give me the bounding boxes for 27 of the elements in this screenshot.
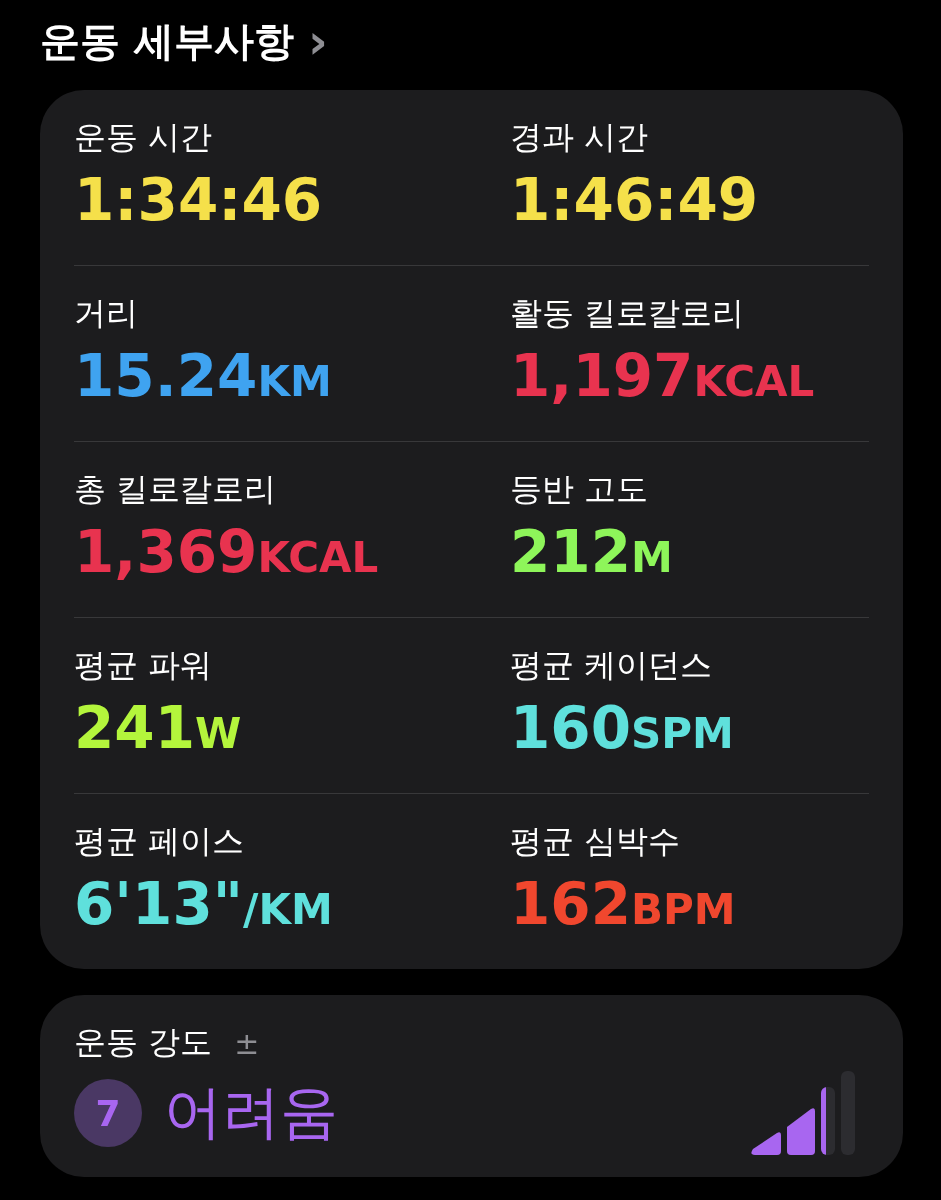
section-title[interactable]: 운동 세부사항 <box>40 13 294 69</box>
effort-score: 7 <box>74 1079 142 1147</box>
metric-value: 6'13"/KM <box>74 870 334 938</box>
metric-label: 평균 케이던스 <box>510 645 714 686</box>
metric-value: 1,197KCAL <box>510 342 816 410</box>
effort-rating: 어려움 <box>164 1077 339 1148</box>
metric-label: 등반 고도 <box>510 469 650 510</box>
metric-value: 15.24KM <box>74 342 333 410</box>
metric-value: 1,369KCAL <box>74 518 380 586</box>
metric-label: 운동 시간 <box>74 117 214 158</box>
metric-value: 160SPM <box>510 694 735 762</box>
metric-label: 경과 시간 <box>510 117 650 158</box>
metric-value: 241W <box>74 694 243 762</box>
metric-value: 1:34:46 <box>74 166 324 234</box>
metric-label: 활동 킬로칼로리 <box>510 293 746 334</box>
chevron-icon[interactable]: › <box>307 17 328 65</box>
adjust-icon[interactable]: ± <box>234 1025 260 1061</box>
metric-label: 평균 심박수 <box>510 821 682 862</box>
metric-label: 평균 파워 <box>74 645 214 686</box>
metric-label: 평균 페이스 <box>74 821 246 862</box>
metric-value: 212 M <box>510 518 674 586</box>
metric-label: 거리 <box>74 293 139 334</box>
effort-label: 운동 강도 <box>74 1022 213 1063</box>
metric-value: 1:46:49 <box>510 166 760 234</box>
metric-value: 162 BPM <box>510 870 737 938</box>
metric-label: 총 킬로칼로리 <box>74 469 278 510</box>
effort-card[interactable]: 운동 강도 ± 7 어려움 <box>40 995 903 1177</box>
